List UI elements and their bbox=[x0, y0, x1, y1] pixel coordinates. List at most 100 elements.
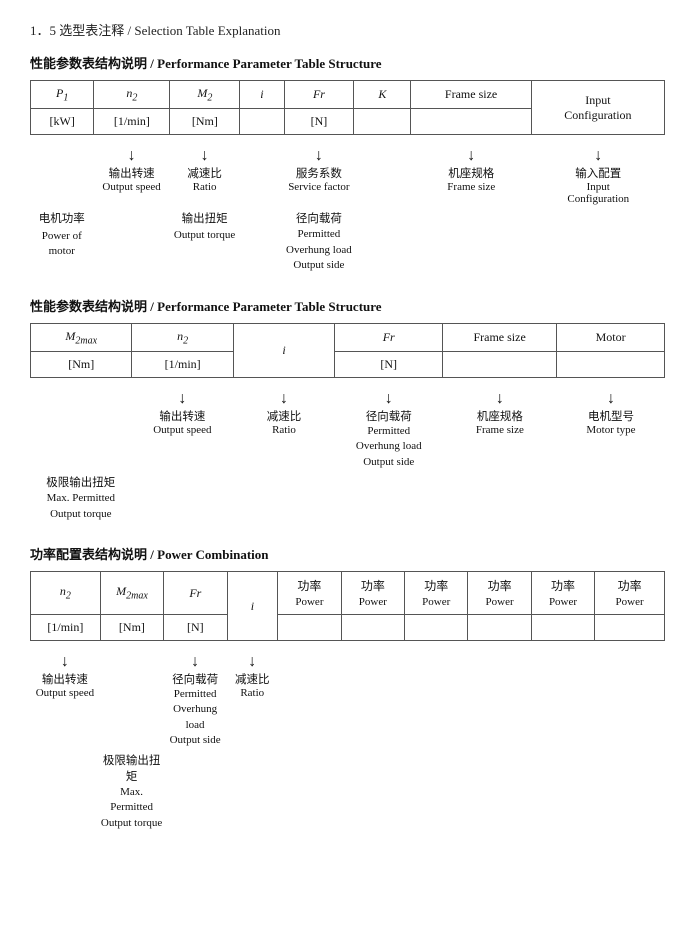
diag3-col1-arrow: ↓ bbox=[30, 653, 100, 671]
diag2-col4-en: PermittedOverhung loadOutput side bbox=[335, 424, 443, 470]
t3h2l1: M2max bbox=[100, 572, 163, 615]
section3-title: 功率配置表结构说明 / Power Combination bbox=[30, 544, 665, 563]
section1-title: 性能参数表结构说明 / Performance Parameter Table … bbox=[30, 53, 665, 72]
diag1-col7-arrow: ↓ bbox=[411, 147, 532, 165]
section3-diagram-row2: 极限输出扭矩 Max. PermittedOutput torque bbox=[30, 749, 665, 831]
diag2-col5-arrow: ↓ bbox=[443, 390, 557, 408]
t1h5l2: [N] bbox=[284, 109, 354, 135]
t3h9l2 bbox=[531, 615, 594, 641]
t1h3l2: [Nm] bbox=[170, 109, 240, 135]
section1-title-zh: 性能参数表结构说明 bbox=[30, 56, 147, 71]
diag1-r2-col7 bbox=[411, 211, 532, 273]
diag1-col5-zh: 服务系数 bbox=[284, 165, 354, 181]
diag1-col2-arrow: ↓ bbox=[94, 147, 170, 165]
t3h10l2 bbox=[595, 615, 665, 641]
diag3-col4-zh: 减速比 bbox=[227, 671, 278, 687]
t3h7l1: 功率Power bbox=[405, 572, 468, 615]
diag2-col4: ↓ 径向载荷 PermittedOverhung loadOutput side bbox=[335, 390, 443, 470]
diag3-r2-col2: 极限输出扭矩 Max. PermittedOutput torque bbox=[100, 753, 164, 831]
diag2-col5-en: Frame size bbox=[443, 424, 557, 436]
section3-diagram: ↓ 输出转速 Output speed ↓ 径向载荷 PermittedOver… bbox=[30, 647, 665, 749]
section2-title-en: Performance Parameter Table Structure bbox=[157, 299, 381, 314]
diag2-col5: ↓ 机座规格 Frame size bbox=[443, 390, 557, 470]
t3h1l1: n2 bbox=[31, 572, 101, 615]
t3h7l2 bbox=[405, 615, 468, 641]
diag3-col2 bbox=[100, 653, 164, 749]
section2-title: 性能参数表结构说明 / Performance Parameter Table … bbox=[30, 296, 665, 315]
t3h6l1: 功率Power bbox=[341, 572, 404, 615]
diag2-r2-col1: 极限输出扭矩 Max. PermittedOutput torque bbox=[30, 475, 132, 522]
diag1-col8-en: InputConfiguration bbox=[532, 181, 665, 205]
diag3-r2-col2-en: Max. PermittedOutput torque bbox=[100, 785, 164, 831]
t3h2l2: [Nm] bbox=[100, 615, 163, 641]
diag3-col1-en: Output speed bbox=[30, 687, 100, 699]
section1: 性能参数表结构说明 / Performance Parameter Table … bbox=[30, 53, 665, 274]
t3h1l2: [1/min] bbox=[31, 615, 101, 641]
diag1-col2-zh: 输出转速 bbox=[94, 165, 170, 181]
diag2-col3-en: Ratio bbox=[233, 424, 335, 436]
diag1-col7: ↓ 机座规格 Frame size bbox=[411, 147, 532, 205]
t1h7l1: Frame size bbox=[411, 81, 531, 109]
section3-title-zh: 功率配置表结构说明 bbox=[30, 547, 147, 562]
diag1-r2-col3: 输出扭矩 Output torque bbox=[170, 211, 240, 273]
diag1-col1 bbox=[30, 147, 94, 205]
diag2-col3-arrow: ↓ bbox=[233, 390, 335, 408]
diag2-r2-col1-en1: Max. PermittedOutput torque bbox=[30, 491, 132, 522]
t3h5l2 bbox=[278, 615, 341, 641]
diag1-r2-col2 bbox=[94, 211, 170, 273]
diag1-col5: ↓ 服务系数 Service factor bbox=[284, 147, 354, 205]
section2-title-zh: 性能参数表结构说明 bbox=[30, 299, 147, 314]
table3-header-row1: n2 M2max Fr i 功率Power 功率Power 功率Power 功率… bbox=[31, 572, 665, 615]
diag2-r2-rest bbox=[132, 475, 665, 522]
diag1-col6 bbox=[354, 147, 411, 205]
diag3-col3-en: PermittedOverhung loadOutput side bbox=[163, 687, 227, 749]
section2-diagram-row2: 极限输出扭矩 Max. PermittedOutput torque bbox=[30, 470, 665, 522]
diag2-col3: ↓ 减速比 Ratio bbox=[233, 390, 335, 470]
diag3-r2-col1 bbox=[30, 753, 100, 831]
diag3-col3: ↓ 径向载荷 PermittedOverhung loadOutput side bbox=[163, 653, 227, 749]
section1-diagram: ↓ 输出转速 Output speed ↓ 减速比 Ratio ↓ 服务系数 S… bbox=[30, 141, 665, 205]
t3h8l2 bbox=[468, 615, 531, 641]
table2-header-row1: M2max n2 i Fr Frame size Motor bbox=[31, 323, 665, 351]
table2-header-row2: [Nm] [1/min] [N] bbox=[31, 352, 665, 378]
t3h10l1: 功率Power bbox=[595, 572, 665, 615]
t2h5l2 bbox=[443, 352, 557, 378]
diag2-col2-zh: 输出转速 bbox=[132, 408, 234, 424]
diag1-col4 bbox=[240, 147, 284, 205]
diag2-col4-arrow: ↓ bbox=[335, 390, 443, 408]
diag3-col4-en: Ratio bbox=[227, 687, 278, 699]
t1h6l1: K bbox=[354, 81, 411, 109]
t3h6l2 bbox=[341, 615, 404, 641]
diag2-col6-arrow: ↓ bbox=[557, 390, 665, 408]
diag1-r2-col3-en: Output torque bbox=[170, 229, 240, 241]
diag2-col2: ↓ 输出转速 Output speed bbox=[132, 390, 234, 470]
section1-table: P1 n2 M2 i Fr K Frame size InputConfigur… bbox=[30, 80, 665, 135]
diag3-r2-col2-zh: 极限输出扭矩 bbox=[100, 753, 164, 785]
diag1-col3-zh: 减速比 bbox=[170, 165, 240, 181]
section3-table: n2 M2max Fr i 功率Power 功率Power 功率Power 功率… bbox=[30, 571, 665, 641]
diag3-r2-rest bbox=[163, 753, 665, 831]
t1h7l2 bbox=[411, 109, 531, 135]
t2h5l1: Frame size bbox=[443, 323, 557, 351]
table3-header-row2: [1/min] [Nm] [N] bbox=[31, 615, 665, 641]
t1h2l1: n2 bbox=[94, 81, 170, 109]
section1-diagram-row2: 电机功率 Power ofmotor 输出扭矩 Output torque 径向… bbox=[30, 205, 665, 273]
diag3-col3-arrow: ↓ bbox=[163, 653, 227, 671]
diag3-col4: ↓ 减速比 Ratio bbox=[227, 653, 278, 749]
t2h4l2: [N] bbox=[335, 352, 443, 378]
t1h1l1: P1 bbox=[31, 81, 94, 109]
diag1-r2-col8 bbox=[532, 211, 665, 273]
diag1-r2-col3-zh: 输出扭矩 bbox=[170, 211, 240, 228]
diag2-col6: ↓ 电机型号 Motor type bbox=[557, 390, 665, 470]
t1h8l1: InputConfiguration bbox=[531, 81, 664, 135]
diag1-r2-col1-zh: 电机功率 bbox=[30, 211, 94, 228]
diag1-col8: ↓ 输入配置 InputConfiguration bbox=[532, 147, 665, 205]
diag1-r2-col1: 电机功率 Power ofmotor bbox=[30, 211, 94, 273]
t1h3l1: M2 bbox=[170, 81, 240, 109]
t1h2l2: [1/min] bbox=[94, 109, 170, 135]
diag2-col2-arrow: ↓ bbox=[132, 390, 234, 408]
diag1-col3: ↓ 减速比 Ratio bbox=[170, 147, 240, 205]
t3h8l1: 功率Power bbox=[468, 572, 531, 615]
diag3-rest bbox=[278, 653, 665, 749]
section1-title-sep: / bbox=[150, 56, 154, 71]
